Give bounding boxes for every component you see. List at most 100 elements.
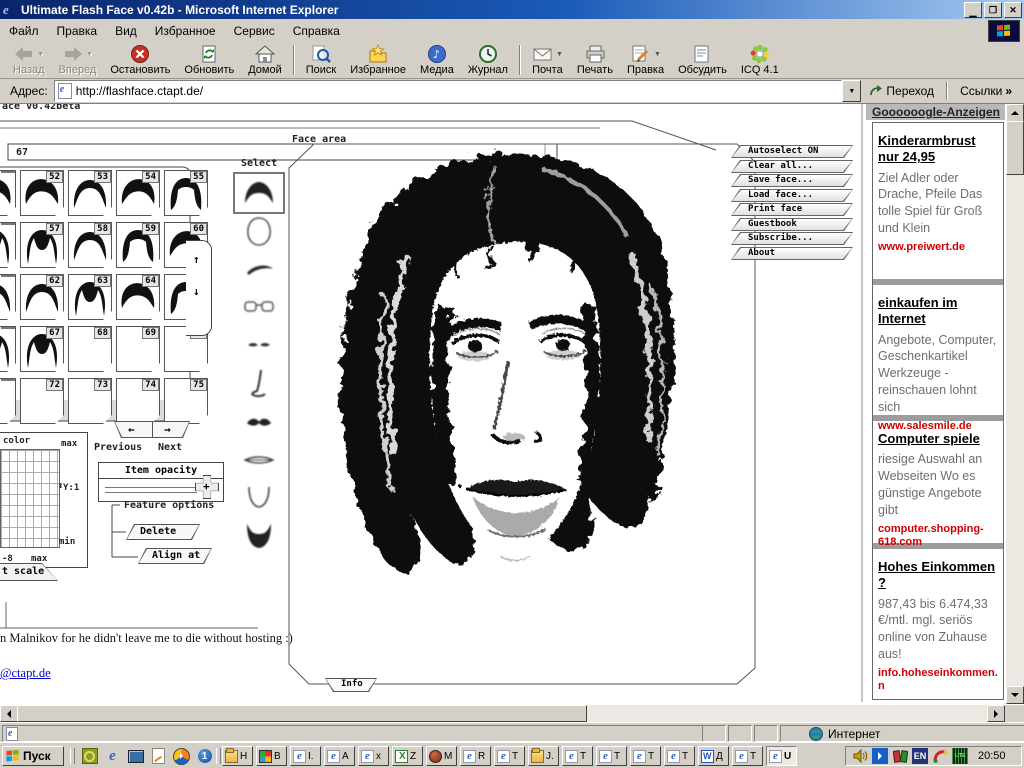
lite-tray-icon[interactable]: LITE	[952, 748, 968, 764]
task-button[interactable]: T	[630, 746, 661, 766]
select-moustache-item[interactable]	[236, 403, 282, 439]
icq-button[interactable]: ICQ 4.1	[734, 42, 786, 78]
taskbar-clock[interactable]: 20:50	[978, 750, 1006, 762]
maximize-button[interactable]: ❐	[984, 2, 1002, 18]
task-button[interactable]: T	[732, 746, 763, 766]
history-button[interactable]: Журнал	[461, 42, 515, 78]
menu-item[interactable]: Файл	[0, 21, 48, 41]
hair-thumbnail[interactable]: 73	[68, 378, 112, 424]
stop-button[interactable]: Остановить	[103, 42, 177, 78]
vertical-scroll-thumb[interactable]	[1006, 121, 1024, 175]
volume-tray-icon[interactable]	[852, 748, 868, 764]
previous-label[interactable]: Previous	[94, 442, 142, 453]
task-button[interactable]: J.	[528, 746, 559, 766]
hair-thumbnail[interactable]	[0, 222, 16, 268]
select-jaw-item[interactable]	[236, 479, 282, 515]
menu-item[interactable]: Справка	[284, 21, 349, 41]
scroll-up-button[interactable]	[1006, 104, 1024, 122]
taskbar-grip[interactable]	[216, 748, 221, 764]
hair-thumbnail[interactable]: 74	[116, 378, 160, 424]
hair-thumbnail[interactable]: 75	[164, 378, 208, 424]
select-beard-item[interactable]	[236, 517, 282, 553]
hair-thumbnail[interactable]: 59	[116, 222, 160, 268]
hair-thumbnail[interactable]	[0, 326, 16, 372]
face-action-button[interactable]: Clear all...	[731, 160, 853, 173]
address-input[interactable]: http://flashface.ctapt.de/	[54, 80, 843, 102]
hair-thumbnail[interactable]: 69	[116, 326, 160, 372]
ad-url-link[interactable]: info.hoheseinkommen.n	[878, 667, 998, 693]
composite-face-image[interactable]	[300, 146, 740, 580]
ad-title-link[interactable]: Hohes Einkommen ?	[878, 559, 998, 592]
task-button[interactable]: Z	[392, 746, 423, 766]
delete-button[interactable]: Delete	[126, 524, 200, 540]
links-button[interactable]: Ссылки»	[952, 84, 1020, 98]
go-button[interactable]: Переход	[861, 84, 942, 98]
task-button[interactable]: T	[494, 746, 525, 766]
player-tray-icon[interactable]	[872, 748, 888, 764]
hair-thumbnail[interactable]: 58	[68, 222, 112, 268]
address-dropdown-button[interactable]: ▼	[842, 80, 861, 102]
quick-launch-compose-icon[interactable]	[149, 747, 168, 765]
color-grid[interactable]	[0, 449, 60, 548]
quick-launch-ie-icon[interactable]: e	[103, 747, 122, 765]
face-action-button[interactable]: Subscribe...	[731, 232, 853, 245]
opacity-slider[interactable]	[105, 487, 197, 488]
hair-thumbnail[interactable]: 63	[68, 274, 112, 320]
refresh-button[interactable]: Обновить	[177, 42, 241, 78]
menu-item[interactable]: Сервис	[225, 21, 284, 41]
task-button[interactable]: H	[222, 746, 253, 766]
mail-button[interactable]: ▼ Почта	[525, 42, 570, 78]
menu-item[interactable]: Правка	[48, 21, 107, 41]
face-action-button[interactable]: Print face	[731, 203, 853, 216]
close-button[interactable]: ✕	[1004, 2, 1022, 18]
search-button[interactable]: Поиск	[299, 42, 343, 78]
scroll-left-button[interactable]	[0, 705, 18, 722]
back-button[interactable]: ▼ Назад	[6, 42, 52, 78]
task-button[interactable]: T	[664, 746, 695, 766]
dialer-tray-icon[interactable]	[932, 748, 948, 764]
ad-title-link[interactable]: einkaufen im Internet	[878, 295, 998, 328]
face-action-button[interactable]: Load face...	[731, 189, 853, 202]
start-button[interactable]: Пуск	[2, 746, 64, 766]
hair-thumbnail[interactable]: 52	[20, 170, 64, 216]
quick-launch-mediaplayer-icon[interactable]	[172, 747, 191, 765]
favorites-button[interactable]: Избранное	[343, 42, 413, 78]
hair-thumbnail[interactable]	[0, 170, 16, 216]
align-at-button[interactable]: Align at	[138, 548, 212, 564]
task-button[interactable]: x	[358, 746, 389, 766]
forward-button[interactable]: ▼ Вперед	[52, 42, 104, 78]
task-button[interactable]: R	[460, 746, 491, 766]
hair-thumbnail[interactable]: 57	[20, 222, 64, 268]
face-action-button[interactable]: About	[731, 247, 853, 260]
previous-arrow-button[interactable]: ←	[128, 423, 135, 436]
task-button[interactable]: I.	[290, 746, 321, 766]
face-action-button[interactable]: Autoselect ON	[731, 145, 853, 158]
scroll-right-button[interactable]	[987, 705, 1005, 722]
info-tab[interactable]: Info	[325, 678, 377, 692]
face-action-button[interactable]: Save face...	[731, 174, 853, 187]
footer-email-link[interactable]: @ctapt.de	[0, 666, 51, 681]
taskbar-grip[interactable]	[70, 748, 75, 764]
keyboard-layout-indicator[interactable]: EN	[912, 748, 928, 764]
task-button[interactable]: M	[426, 746, 457, 766]
horizontal-scrollbar[interactable]	[0, 705, 1005, 722]
hair-thumbnail[interactable]: 55	[164, 170, 208, 216]
task-button[interactable]: B	[256, 746, 287, 766]
task-button[interactable]: T	[562, 746, 593, 766]
print-button[interactable]: Печать	[570, 42, 620, 78]
next-label[interactable]: Next	[158, 442, 182, 453]
select-nose-item[interactable]	[236, 365, 282, 401]
hair-thumbnail[interactable]: 62	[20, 274, 64, 320]
select-hair-item[interactable]	[236, 175, 282, 211]
scroll-up-arrow[interactable]: ↑	[193, 253, 200, 266]
select-eyebrow-item[interactable]	[236, 251, 282, 287]
face-action-button[interactable]: Guestbook	[731, 218, 853, 231]
scroll-down-arrow[interactable]: ↓	[193, 285, 200, 298]
dictionary-tray-icon[interactable]	[892, 748, 908, 764]
ad-title-link[interactable]: Computer spiele	[878, 431, 998, 447]
hair-thumbnail[interactable]	[0, 274, 16, 320]
ad-title-link[interactable]: Kinderarmbrust nur 24,95	[878, 133, 998, 166]
hair-thumbnail[interactable]: 67	[20, 326, 64, 372]
quick-launch-one-icon[interactable]: 1	[195, 747, 214, 765]
task-button[interactable]: T	[596, 746, 627, 766]
